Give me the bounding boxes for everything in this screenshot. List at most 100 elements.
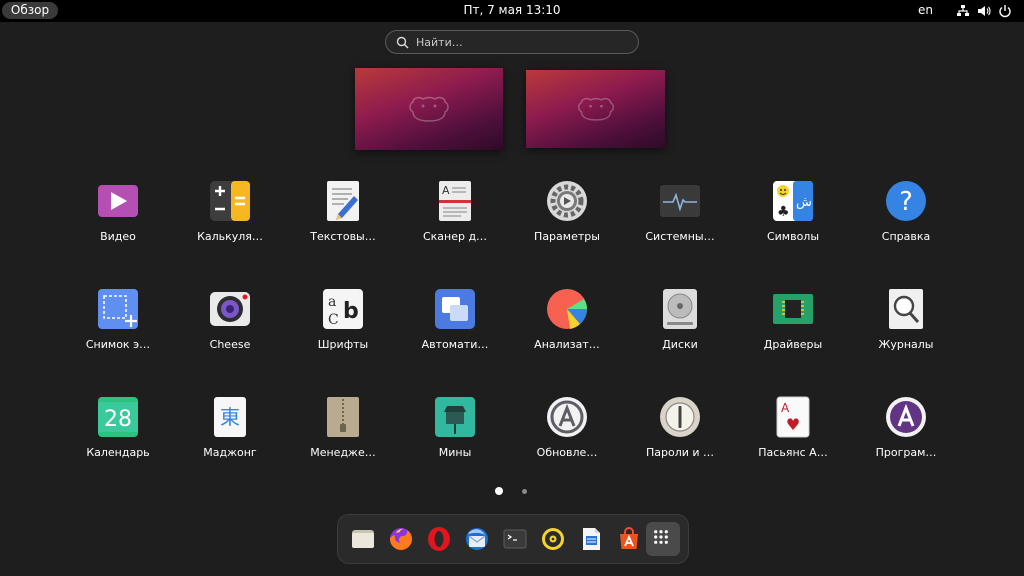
mahjongg-glyph: 東 [220, 405, 240, 429]
startup-apps-icon [434, 288, 476, 330]
fonts-icon: aCb [322, 288, 364, 330]
network-icon[interactable] [956, 4, 970, 18]
disks-icon [659, 288, 701, 330]
terminal-icon[interactable] [500, 524, 530, 554]
app-settings[interactable]: Параметры [512, 172, 622, 272]
ubuntu-software-icon[interactable] [614, 524, 644, 554]
page-indicator-1[interactable] [495, 487, 503, 495]
app-calendar[interactable]: 28 Календарь [63, 388, 173, 488]
settings-gear-icon [546, 180, 588, 222]
mines-icon [434, 396, 476, 438]
app-label: Системны… [645, 230, 715, 243]
app-characters[interactable]: ♣ ش Символы [738, 172, 848, 272]
app-drivers[interactable]: Драйверы [738, 280, 848, 380]
activities-button[interactable]: Обзор [2, 2, 58, 19]
hippo-wallpaper-icon [409, 96, 449, 122]
svg-text:♣: ♣ [777, 204, 790, 220]
app-logs[interactable]: Журналы [851, 280, 961, 380]
page-indicator-2[interactable] [522, 489, 527, 494]
app-mahjongg[interactable]: 東 Маджонг [175, 388, 285, 488]
search-input[interactable] [416, 34, 626, 50]
workspace-thumbnail-2[interactable] [526, 70, 665, 148]
app-video[interactable]: Видео [63, 172, 173, 272]
svg-text:ش: ش [796, 195, 812, 210]
clock-area: Пт, 7 мая 13:10 [0, 3, 1024, 17]
app-label: Cheese [209, 338, 251, 351]
app-label: Обновле… [536, 446, 598, 459]
app-label: Драйверы [763, 338, 823, 351]
app-text-editor[interactable]: Текстовы… [288, 172, 398, 272]
svg-text:A: A [442, 184, 450, 197]
app-archive-manager[interactable]: Менедже… [288, 388, 398, 488]
document-scanner-icon: A [434, 180, 476, 222]
app-software-updater[interactable]: Обновле… [512, 388, 622, 488]
app-label: Снимок э… [85, 338, 151, 351]
calendar-day: 28 [104, 407, 132, 432]
dock [337, 514, 689, 564]
power-icon[interactable] [998, 4, 1012, 18]
app-label: Символы [766, 230, 820, 243]
drivers-chip-icon [772, 288, 814, 330]
libreoffice-writer-icon[interactable] [576, 524, 606, 554]
app-system-monitor[interactable]: Системны… [625, 172, 735, 272]
app-fonts[interactable]: aCb Шрифты [288, 280, 398, 380]
svg-text:?: ? [899, 187, 913, 217]
app-document-scanner[interactable]: A Сканер д… [400, 172, 510, 272]
app-label: Календарь [86, 446, 150, 459]
help-icon: ? [885, 180, 927, 222]
app-software-properties[interactable]: Програм… [851, 388, 961, 488]
opera-icon[interactable] [424, 524, 454, 554]
rhythmbox-icon[interactable] [538, 524, 568, 554]
app-cheese[interactable]: Cheese [175, 280, 285, 380]
archive-manager-icon [322, 396, 364, 438]
search-box[interactable] [385, 30, 639, 54]
hippo-wallpaper-icon [577, 97, 614, 121]
svg-text:A: A [781, 401, 790, 415]
software-properties-icon [885, 396, 927, 438]
text-editor-icon [322, 180, 364, 222]
mahjongg-icon: 東 [209, 396, 251, 438]
app-label: Текстовы… [310, 230, 376, 243]
firefox-icon[interactable] [386, 524, 416, 554]
volume-icon[interactable] [977, 4, 991, 18]
solitaire-cards-icon: A ♥ [772, 396, 814, 438]
app-disk-usage-analyzer[interactable]: Анализат… [512, 280, 622, 380]
calculator-icon [209, 180, 251, 222]
app-aisleriot-solitaire[interactable]: A ♥ Пасьянс А… [738, 388, 848, 488]
app-passwords-and-keys[interactable]: Пароли и … [625, 388, 735, 488]
app-label: Маджонг [203, 446, 257, 459]
show-applications-icon[interactable] [646, 522, 680, 556]
disk-usage-analyzer-icon [546, 288, 588, 330]
app-label: Калькуля… [197, 230, 263, 243]
app-help[interactable]: ? Справка [851, 172, 961, 272]
app-label: Менедже… [310, 446, 376, 459]
svg-text:♥: ♥ [786, 415, 800, 434]
app-disks[interactable]: Диски [625, 280, 735, 380]
app-label: Анализат… [534, 338, 600, 351]
app-label: Пароли и … [645, 446, 715, 459]
workspace-thumbnail-1[interactable] [355, 68, 503, 150]
app-startup-applications[interactable]: Автомати… [400, 280, 510, 380]
top-bar: Обзор Пт, 7 мая 13:10 en [0, 0, 1024, 22]
app-label: Журналы [878, 338, 934, 351]
app-label: Програм… [875, 446, 937, 459]
files-icon[interactable] [348, 524, 378, 554]
keyboard-layout-indicator[interactable]: en [918, 3, 933, 17]
app-label: Видео [100, 230, 136, 243]
thunderbird-icon[interactable] [462, 524, 492, 554]
svg-text:a: a [328, 294, 336, 310]
app-screenshot[interactable]: Снимок э… [63, 280, 173, 380]
clock[interactable]: Пт, 7 мая 13:10 [463, 3, 560, 17]
app-label: Сканер д… [422, 230, 488, 243]
app-label: Мины [438, 446, 472, 459]
app-label: Справка [881, 230, 931, 243]
screenshot-icon [97, 288, 139, 330]
passwords-keys-icon [659, 396, 701, 438]
app-calculator[interactable]: Калькуля… [175, 172, 285, 272]
software-updater-icon [546, 396, 588, 438]
app-label: Автомати… [421, 338, 489, 351]
system-monitor-icon [659, 180, 701, 222]
app-label: Шрифты [317, 338, 369, 351]
cheese-webcam-icon [209, 288, 251, 330]
app-mines[interactable]: Мины [400, 388, 510, 488]
